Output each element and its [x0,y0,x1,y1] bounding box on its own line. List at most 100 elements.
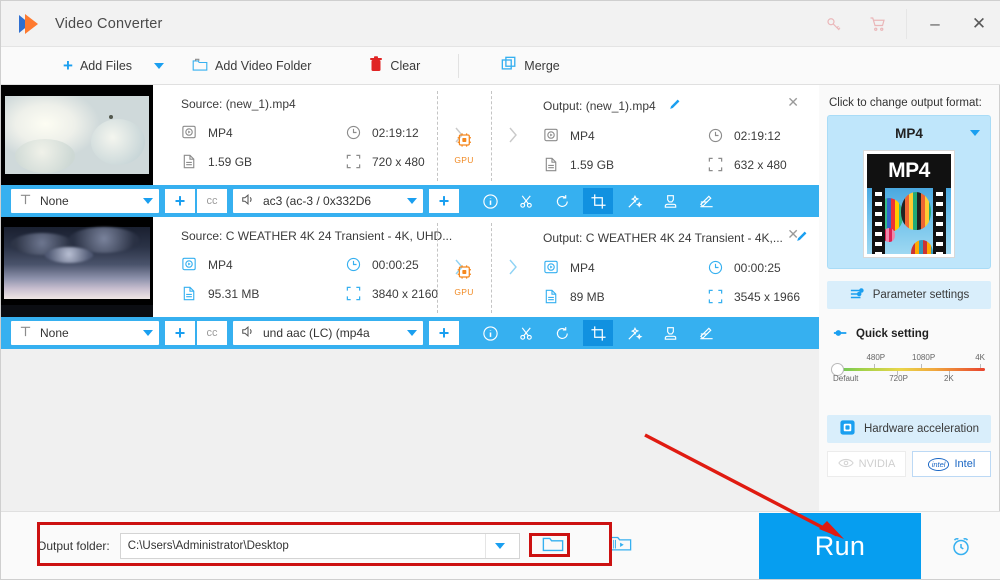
format-thumbnail: MP4 [863,150,955,258]
merge-icon [501,56,517,75]
cc-button[interactable]: cc [197,189,227,213]
format-header: MP4 [836,123,982,143]
audio-select[interactable]: ac3 (ac-3 / 0x332D6 [233,189,423,213]
app-title: Video Converter [55,15,163,32]
format-icon [181,256,198,273]
add-subtitle-button[interactable]: + [165,321,195,345]
alarm-clock-icon[interactable] [949,534,973,563]
output-folder-input[interactable]: C:\Users\Administrator\Desktop [119,532,520,559]
subtitle-select[interactable]: None [11,321,159,345]
file-controls-strip: None + cc ac3 (ac-3 / 0x332D6 + [1,185,820,217]
format-icon [543,127,560,144]
audio-value: ac3 (ac-3 / 0x332D6 [263,194,372,208]
clock-icon [345,124,362,141]
intel-option[interactable]: intel Intel [912,451,991,477]
crop-icon[interactable] [583,188,613,214]
effect-icon[interactable] [619,188,649,214]
chevron-down-icon [143,330,153,336]
resolution-icon [345,153,362,170]
subtitle-edit-icon[interactable] [691,188,721,214]
output-meta: MP4 02:19:12 1.59 GB 632 x 480 [543,127,820,173]
output-filename-row: Output: C WEATHER 4K 24 Transient - 4K,.… [543,229,820,246]
add-video-folder-button[interactable]: Add Video Folder [182,47,321,85]
source-size-value: 1.59 GB [208,154,253,169]
edit-pencil-icon[interactable] [668,97,682,114]
file-info: Source: (new_1).mp4 MP4 02:19:12 1.59 GB… [153,85,820,185]
quick-setting-icon [833,325,849,343]
cc-button[interactable]: cc [197,321,227,345]
output-folder-label: Output folder: [37,538,110,553]
slider-track[interactable] [831,363,985,376]
output-folder-dropdown[interactable] [484,533,515,558]
subtitle-select[interactable]: None [11,189,159,213]
output-duration-value: 00:00:25 [734,260,781,275]
file-card-body: Source: (new_1).mp4 MP4 02:19:12 1.59 GB… [1,85,820,185]
speaker-icon [241,325,255,341]
parameter-settings-button[interactable]: Parameter settings [827,281,991,309]
source-size: 95.31 MB [181,285,345,302]
add-video-folder-label: Add Video Folder [215,58,312,73]
app-logo-icon [19,13,41,34]
source-filename: Source: C WEATHER 4K 24 Transient - 4K, … [181,229,453,243]
slider-label-default: Default [833,374,859,383]
watermark-icon[interactable] [655,320,685,346]
output-format-card[interactable]: MP4 MP4 [827,115,991,269]
video-thumbnail[interactable] [1,85,153,185]
rotate-icon[interactable] [547,320,577,346]
title-bar: Video Converter – ✕ [1,1,1000,47]
output-format-prompt: Click to change output format: [829,97,982,109]
audio-select[interactable]: und aac (LC) (mp4a [233,321,423,345]
add-files-button[interactable]: + Add Files [53,47,142,85]
source-duration-value: 02:19:12 [372,125,419,140]
source-size-value: 95.31 MB [208,286,260,301]
source-resolution-value: 720 x 480 [372,154,425,169]
film-folder-icon[interactable] [610,534,632,558]
add-subtitle-button[interactable]: + [165,189,195,213]
file-card: Source: C WEATHER 4K 24 Transient - 4K, … [1,217,820,349]
output-size-value: 89 MB [570,289,605,304]
source-format-value: MP4 [208,125,233,140]
file-card: Source: (new_1).mp4 MP4 02:19:12 1.59 GB… [1,85,820,217]
effect-icon[interactable] [619,320,649,346]
folder-icon[interactable] [542,534,564,558]
chevron-down-icon[interactable] [970,130,980,136]
output-resolution: 3545 x 1966 [707,288,820,305]
add-audio-button[interactable]: + [429,189,459,213]
file-card-body: Source: C WEATHER 4K 24 Transient - 4K, … [1,217,820,317]
info-icon[interactable] [475,320,505,346]
close-button[interactable]: ✕ [957,1,1000,47]
folder-video-icon [192,57,208,75]
subtitle-edit-icon[interactable] [691,320,721,346]
remove-file-button[interactable]: ✕ [787,95,799,109]
output-format-value: MP4 [570,128,595,143]
video-thumbnail[interactable] [1,217,153,317]
subtitle-value: None [40,194,69,208]
add-audio-button[interactable]: + [429,321,459,345]
add-files-dropdown[interactable] [142,47,176,85]
watermark-icon[interactable] [655,188,685,214]
key-icon[interactable] [812,1,856,47]
chevron-down-icon [154,62,165,69]
cut-icon[interactable] [511,320,541,346]
rotate-icon[interactable] [547,188,577,214]
slider-label-4k: 4K [975,353,985,362]
conversion-arrow-column: GPU [431,217,539,317]
minimize-button[interactable]: – [913,1,957,47]
output-resolution: 632 x 480 [707,156,820,173]
crop-icon[interactable] [583,320,613,346]
info-icon[interactable] [475,188,505,214]
hardware-acceleration-label: Hardware acceleration [863,423,980,435]
merge-button[interactable]: Merge [491,47,569,85]
source-size: 1.59 GB [181,153,345,170]
output-filename: Output: C WEATHER 4K 24 Transient - 4K,.… [543,230,783,245]
add-files-label: Add Files [79,58,133,73]
cut-icon[interactable] [511,188,541,214]
subtitle-icon [19,325,32,341]
clear-button[interactable]: Clear [359,47,430,85]
output-folder-value: C:\Users\Administrator\Desktop [127,539,289,552]
chevron-down-icon [143,198,153,204]
cart-icon[interactable] [856,1,900,47]
remove-file-button[interactable]: ✕ [787,227,799,241]
quality-slider[interactable]: 480P 1080P 4K Default 720P 2K [827,353,991,399]
clock-icon [707,127,724,144]
